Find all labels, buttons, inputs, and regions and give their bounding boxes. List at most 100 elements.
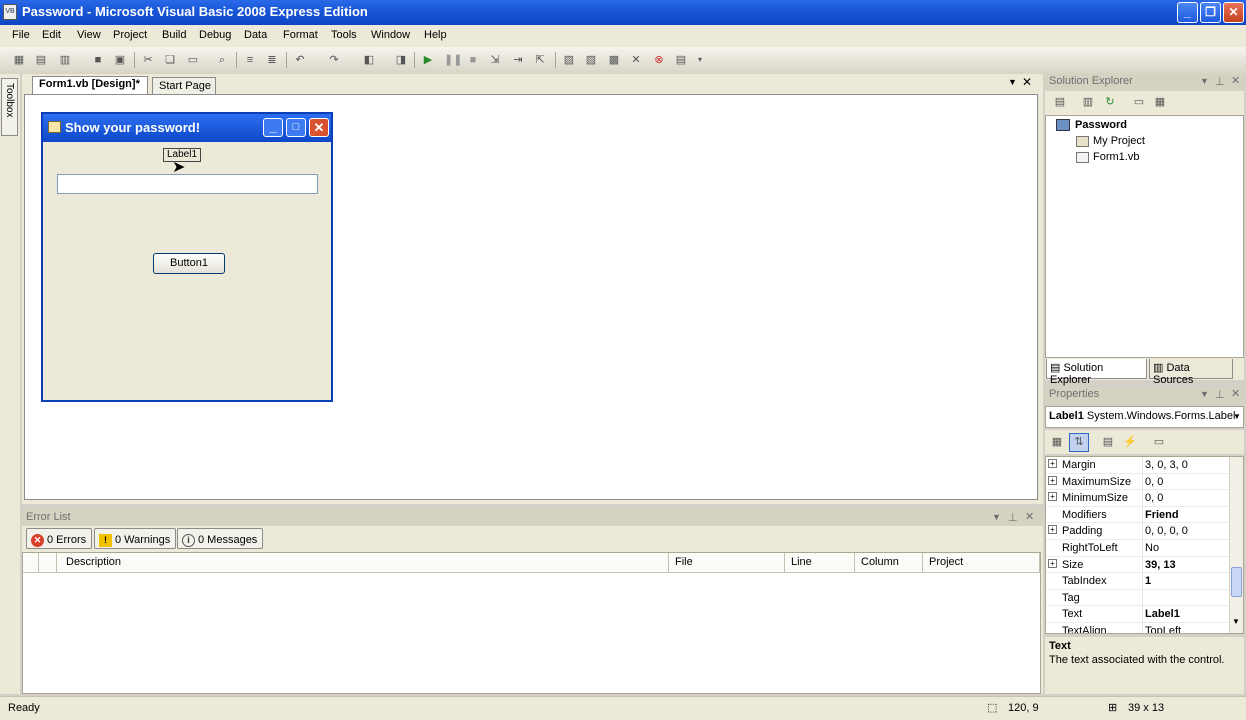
property-row[interactable]: + Padding 0, 0, 0, 0 xyxy=(1046,523,1243,540)
property-value[interactable]: 0, 0 xyxy=(1145,476,1163,488)
column-header-blank[interactable] xyxy=(39,553,57,572)
property-value[interactable]: 0, 0, 0, 0 xyxy=(1145,525,1188,537)
dropdown-icon[interactable]: ▼ xyxy=(1200,389,1209,399)
menu-data[interactable]: Data xyxy=(244,29,267,41)
tab-form1-design[interactable]: Form1.vb [Design]* xyxy=(32,76,148,95)
column-header-column[interactable]: Column xyxy=(855,553,923,572)
properties-icon[interactable]: ▤ xyxy=(1053,95,1067,109)
property-pages-icon[interactable]: ▭ xyxy=(1152,435,1166,449)
error-list-icon[interactable]: ⊗ xyxy=(652,53,666,67)
cut-icon[interactable]: ✂ xyxy=(141,53,155,67)
maximize-button[interactable]: ❐ xyxy=(1200,2,1221,23)
property-row[interactable]: RightToLeft No xyxy=(1046,539,1243,557)
navigate-forward-icon[interactable]: ◨ xyxy=(394,53,408,67)
designed-form[interactable]: Show your password! _ □ ✕ Label1 Button1 xyxy=(41,112,333,402)
expand-icon[interactable]: + xyxy=(1048,558,1057,568)
errors-filter-button[interactable]: ✕ 0 Errors xyxy=(26,528,93,549)
categorized-icon[interactable]: ▦ xyxy=(1050,435,1064,449)
menu-help[interactable]: Help xyxy=(424,29,447,41)
properties-view-icon[interactable]: ▤ xyxy=(1101,435,1115,449)
object-selector[interactable]: Label1 System.Windows.Forms.Label ▼ xyxy=(1045,406,1244,428)
column-header-line[interactable]: Line xyxy=(785,553,855,572)
tree-item-my-project[interactable]: My Project xyxy=(1093,135,1145,147)
property-value[interactable]: TopLeft xyxy=(1145,625,1181,633)
messages-filter-button[interactable]: i 0 Messages xyxy=(177,528,264,549)
property-value[interactable]: No xyxy=(1145,542,1159,554)
pin-icon[interactable]: ⊥ xyxy=(1215,388,1225,401)
undo-icon[interactable]: ↶ xyxy=(293,53,307,67)
dropdown-icon[interactable]: ▼ xyxy=(992,512,1001,522)
menu-tools[interactable]: Tools xyxy=(331,29,357,41)
column-header-blank[interactable] xyxy=(23,553,39,572)
property-row[interactable]: + Size 39, 13 xyxy=(1046,556,1243,574)
button1-control[interactable]: Button1 xyxy=(153,253,225,274)
open-file-icon[interactable]: ▤ xyxy=(34,53,48,67)
property-row[interactable]: TabIndex 1 xyxy=(1046,573,1243,590)
view-code-icon[interactable]: ▭ xyxy=(1132,95,1146,109)
pause-icon[interactable]: ❚❚ xyxy=(444,53,462,67)
expand-icon[interactable]: + xyxy=(1048,459,1057,468)
column-header-file[interactable]: File xyxy=(669,553,785,572)
scrollbar-thumb[interactable] xyxy=(1231,567,1242,597)
uncomment-icon[interactable]: ≣ xyxy=(265,53,279,67)
close-panel-icon[interactable]: ✕ xyxy=(1231,74,1240,87)
warnings-filter-button[interactable]: ! 0 Warnings xyxy=(94,528,177,549)
menu-view[interactable]: View xyxy=(77,29,101,41)
property-row[interactable]: Modifiers Friend xyxy=(1046,506,1243,524)
menu-debug[interactable]: Debug xyxy=(199,29,231,41)
toolbar-overflow-icon[interactable]: ▾ xyxy=(693,53,707,67)
property-value[interactable]: 3, 0, 3, 0 xyxy=(1145,459,1188,471)
comment-icon[interactable]: ≡ xyxy=(243,53,257,67)
column-header-description[interactable]: Description xyxy=(57,553,669,572)
tree-item-form1[interactable]: Form1.vb xyxy=(1093,151,1139,163)
property-value[interactable]: 0, 0 xyxy=(1145,492,1163,504)
property-row[interactable]: + Margin 3, 0, 3, 0 xyxy=(1046,457,1243,474)
events-icon[interactable]: ⚡ xyxy=(1123,435,1137,449)
pin-icon[interactable]: ⊥ xyxy=(1215,75,1225,88)
step-out-icon[interactable]: ⇱ xyxy=(533,53,547,67)
properties-header[interactable]: Properties ▼ ⊥ ✕ xyxy=(1045,387,1244,403)
menu-build[interactable]: Build xyxy=(162,29,186,41)
view-designer-icon[interactable]: ▦ xyxy=(1153,95,1167,109)
object-browser-icon[interactable]: ▩ xyxy=(607,53,621,67)
property-value[interactable]: Friend xyxy=(1145,509,1179,521)
redo-icon[interactable]: ↷ xyxy=(327,53,341,67)
navigate-backward-icon[interactable]: ◧ xyxy=(362,53,376,67)
pin-icon[interactable]: ⊥ xyxy=(1008,511,1018,524)
menu-project[interactable]: Project xyxy=(113,29,147,41)
expand-icon[interactable]: + xyxy=(1048,475,1057,485)
minimize-button[interactable]: _ xyxy=(1177,2,1198,23)
save-all-icon[interactable]: ▣ xyxy=(113,53,127,67)
stop-icon[interactable]: ■ xyxy=(466,53,480,67)
new-project-icon[interactable]: ▦ xyxy=(12,53,26,67)
expand-icon[interactable]: + xyxy=(1048,525,1057,535)
tab-solution-explorer[interactable]: ▤ Solution Explorer xyxy=(1046,359,1147,386)
tab-dropdown-icon[interactable]: ▼ xyxy=(1008,77,1017,87)
start-debugging-icon[interactable]: ▶ xyxy=(421,53,435,67)
start-page-icon[interactable]: ▤ xyxy=(674,53,688,67)
refresh-icon[interactable]: ↻ xyxy=(1103,95,1117,109)
toolbox-tab[interactable]: Toolbox xyxy=(1,78,18,136)
property-row[interactable]: Tag xyxy=(1046,589,1243,607)
add-item-icon[interactable]: ▥ xyxy=(58,53,72,67)
form-title-bar[interactable]: Show your password! _ □ ✕ xyxy=(43,114,331,142)
menu-file[interactable]: File xyxy=(12,29,30,41)
alphabetical-icon[interactable]: ⇅ xyxy=(1069,433,1089,452)
copy-icon[interactable]: ❏ xyxy=(163,53,177,67)
expand-icon[interactable]: + xyxy=(1048,492,1057,502)
property-row[interactable]: + MaximumSize 0, 0 xyxy=(1046,473,1243,491)
close-button[interactable]: ✕ xyxy=(1223,2,1244,23)
property-row[interactable]: TextAlign TopLeft xyxy=(1046,622,1243,633)
tree-project-root[interactable]: Password xyxy=(1075,119,1127,131)
property-value[interactable]: 1 xyxy=(1145,575,1151,587)
dropdown-icon[interactable]: ▼ xyxy=(1200,76,1209,86)
close-panel-icon[interactable]: ✕ xyxy=(1231,387,1240,400)
close-tab-icon[interactable]: ✕ xyxy=(1022,75,1032,89)
menu-edit[interactable]: Edit xyxy=(42,29,61,41)
tab-data-sources[interactable]: ▥ Data Sources xyxy=(1149,359,1233,386)
property-row[interactable]: + MinimumSize 0, 0 xyxy=(1046,490,1243,507)
app-title-bar[interactable]: VB Password - Microsoft Visual Basic 200… xyxy=(0,0,1246,25)
chevron-down-icon[interactable]: ▼ xyxy=(1233,412,1241,421)
textbox1-control[interactable] xyxy=(57,174,318,194)
tab-start-page[interactable]: Start Page xyxy=(152,77,216,95)
